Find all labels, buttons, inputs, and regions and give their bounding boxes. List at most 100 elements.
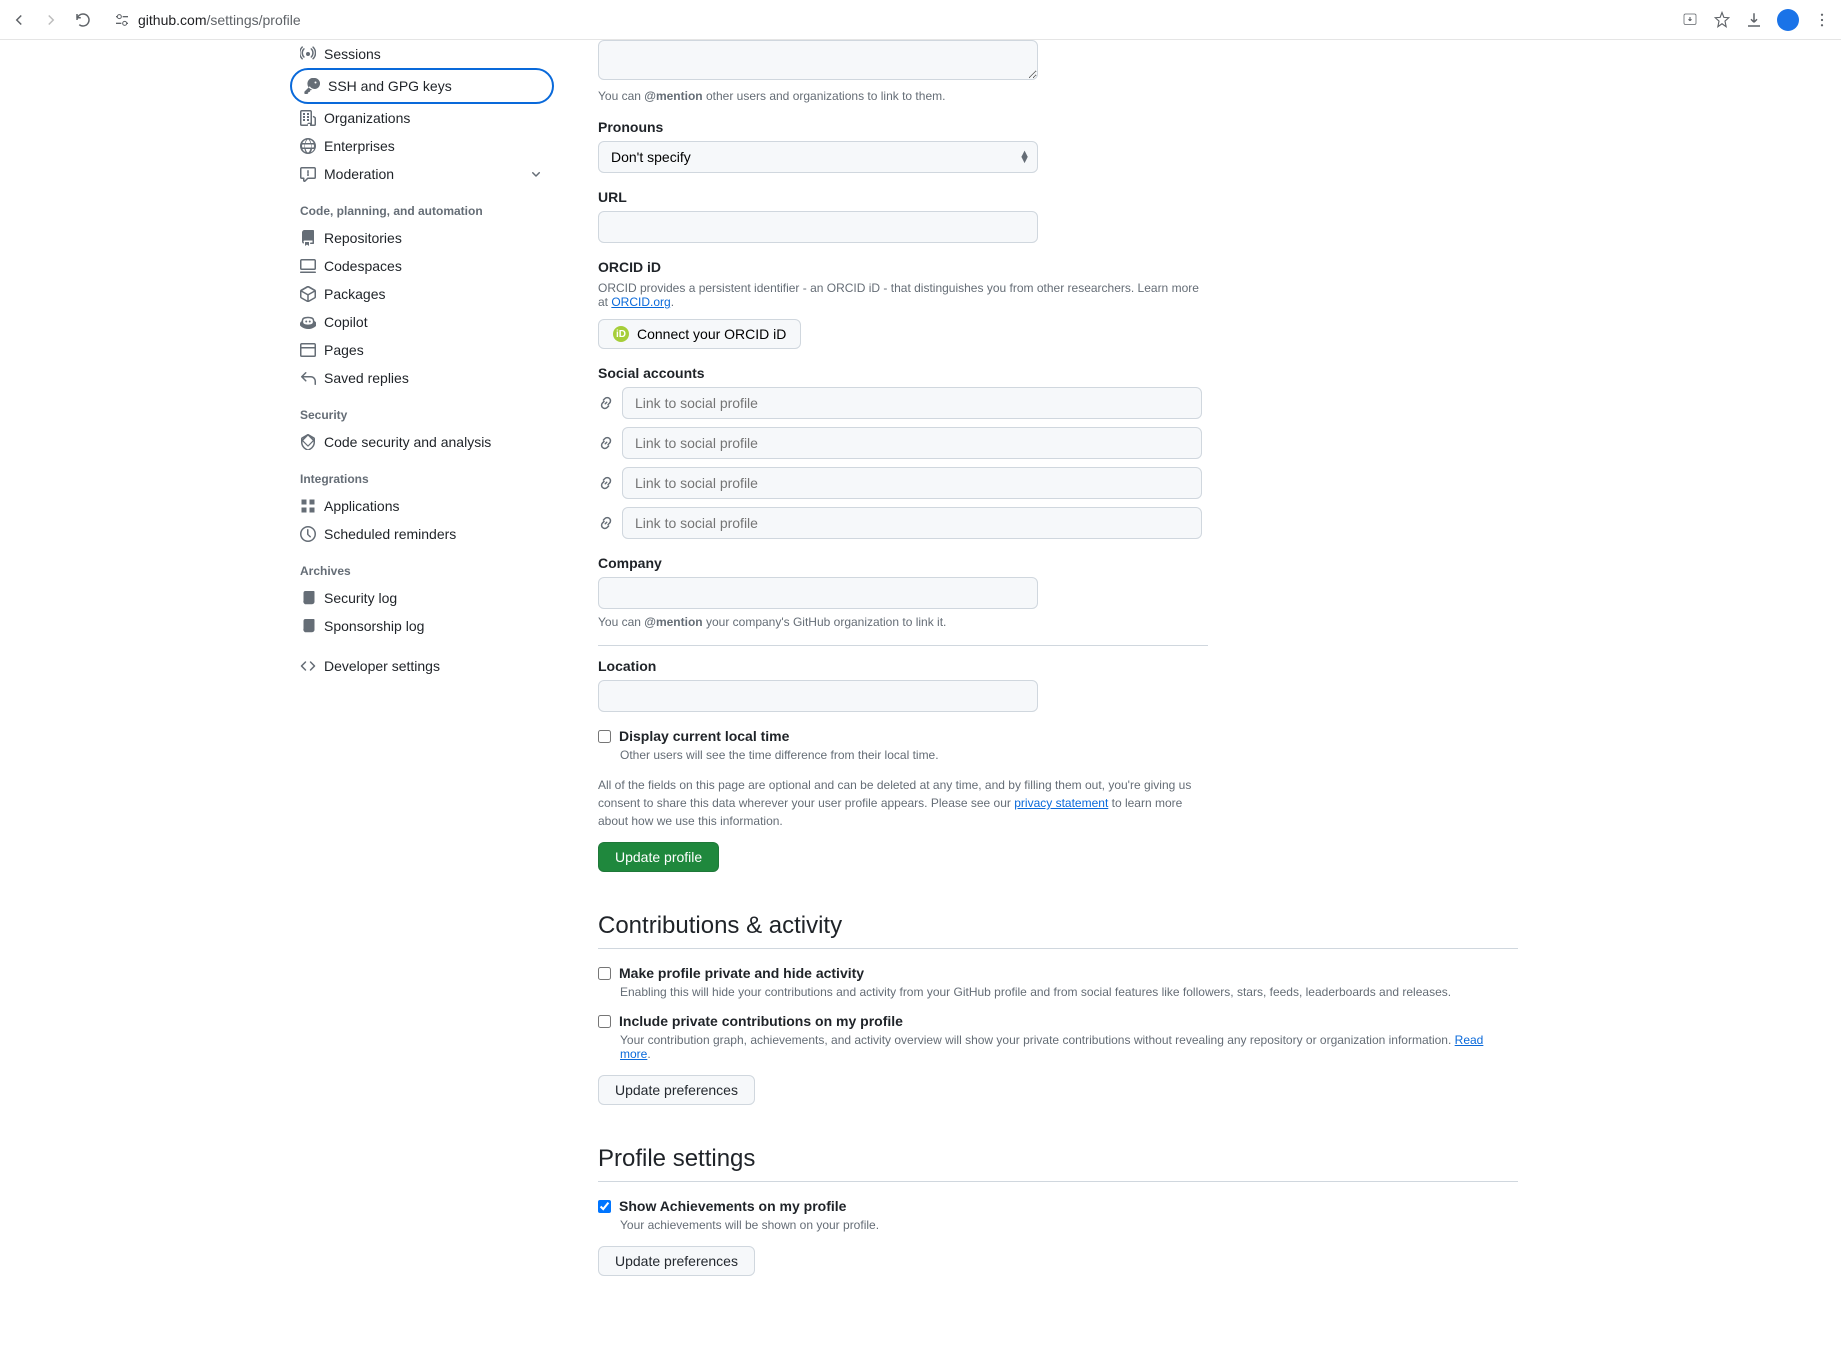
- sidebar-item-ssh-and-gpg-keys[interactable]: SSH and GPG keys: [290, 68, 554, 104]
- repo-icon: [300, 230, 316, 246]
- link-icon: [598, 395, 614, 411]
- settings-sidebar: Sessions SSH and GPG keysOrganizations Ent…: [290, 40, 570, 1276]
- pronouns-select[interactable]: Don't specify: [598, 141, 1038, 173]
- social-row-1: [598, 387, 1490, 419]
- apps-icon: [300, 498, 316, 514]
- social-input-2[interactable]: [622, 427, 1202, 459]
- reload-button[interactable]: [74, 11, 92, 29]
- site-settings-icon[interactable]: [114, 12, 130, 28]
- company-label: Company: [598, 555, 1490, 571]
- privacy-statement-link[interactable]: privacy statement: [1014, 796, 1108, 810]
- sidebar-item-label: Developer settings: [324, 658, 440, 674]
- sidebar-item-copilot[interactable]: Copilot: [290, 308, 554, 336]
- sidebar-item-label: Repositories: [324, 230, 402, 246]
- code-icon: [300, 658, 316, 674]
- broadcast-icon: [300, 46, 316, 62]
- link-icon: [598, 435, 614, 451]
- downloads-icon[interactable]: [1745, 11, 1763, 29]
- section-divider: [598, 1181, 1518, 1182]
- orcid-link[interactable]: ORCID.org: [611, 295, 670, 309]
- url-input[interactable]: [598, 211, 1038, 243]
- nav-heading-security: Security: [290, 392, 554, 428]
- sidebar-item-label: Applications: [324, 498, 400, 514]
- sidebar-item-sessions[interactable]: Sessions: [290, 40, 554, 68]
- clock-icon: [300, 526, 316, 542]
- bio-note: You can @mention other users and organiz…: [598, 89, 1490, 103]
- orcid-label: ORCID iD: [598, 259, 1490, 275]
- social-input-1[interactable]: [622, 387, 1202, 419]
- update-preferences-button-1[interactable]: Update preferences: [598, 1075, 755, 1105]
- sidebar-item-applications[interactable]: Applications: [290, 492, 554, 520]
- reply-icon: [300, 370, 316, 386]
- main-content: You can @mention other users and organiz…: [570, 40, 1490, 1276]
- profile-settings-heading: Profile settings: [598, 1145, 1490, 1173]
- sidebar-item-moderation[interactable]: Moderation: [290, 160, 554, 188]
- company-input[interactable]: [598, 577, 1038, 609]
- nav-heading-integrations: Integrations: [290, 456, 554, 492]
- sidebar-item-label: Sponsorship log: [324, 618, 424, 634]
- sidebar-item-repositories[interactable]: Repositories: [290, 224, 554, 252]
- back-button[interactable]: [10, 11, 28, 29]
- include-private-note: Your contribution graph, achievements, a…: [620, 1033, 1490, 1061]
- sidebar-item-developer-settings[interactable]: Developer settings: [290, 652, 554, 680]
- bookmark-icon[interactable]: [1713, 11, 1731, 29]
- local-time-label: Display current local time: [619, 728, 789, 744]
- social-input-3[interactable]: [622, 467, 1202, 499]
- sidebar-item-label: Codespaces: [324, 258, 402, 274]
- browser-icon: [300, 342, 316, 358]
- local-time-checkbox[interactable]: [598, 730, 611, 743]
- orcid-description: ORCID provides a persistent identifier -…: [598, 281, 1208, 309]
- private-profile-checkbox[interactable]: [598, 967, 611, 980]
- log-icon: [300, 590, 316, 606]
- sidebar-item-codespaces[interactable]: Codespaces: [290, 252, 554, 280]
- sidebar-item-code-security-and-analysis[interactable]: Code security and analysis: [290, 428, 554, 456]
- show-achievements-checkbox[interactable]: [598, 1200, 611, 1213]
- sidebar-item-label: Pages: [324, 342, 364, 358]
- sidebar-item-label: Code security and analysis: [324, 434, 491, 450]
- location-input[interactable]: [598, 680, 1038, 712]
- browser-toolbar: github.com/settings/profile: [0, 0, 1841, 40]
- forward-button[interactable]: [42, 11, 60, 29]
- divider: [598, 645, 1208, 646]
- sidebar-item-sponsorship-log[interactable]: Sponsorship log: [290, 612, 554, 640]
- update-profile-button[interactable]: Update profile: [598, 842, 719, 872]
- nav-heading-code: Code, planning, and automation: [290, 188, 554, 224]
- sidebar-item-saved-replies[interactable]: Saved replies: [290, 364, 554, 392]
- link-icon: [598, 515, 614, 531]
- company-note: You can @mention your company's GitHub o…: [598, 615, 1490, 629]
- url-label: URL: [598, 189, 1490, 205]
- sidebar-item-label: Sessions: [324, 46, 381, 62]
- show-achievements-label: Show Achievements on my profile: [619, 1198, 846, 1214]
- sidebar-item-organizations[interactable]: Organizations: [290, 104, 554, 132]
- sidebar-item-enterprises[interactable]: Enterprises: [290, 132, 554, 160]
- url-text: github.com/settings/profile: [138, 12, 301, 28]
- include-private-label: Include private contributions on my prof…: [619, 1013, 903, 1029]
- include-private-checkbox[interactable]: [598, 1015, 611, 1028]
- local-time-note: Other users will see the time difference…: [620, 748, 1490, 762]
- address-bar[interactable]: github.com/settings/profile: [102, 12, 1671, 28]
- menu-icon[interactable]: [1813, 11, 1831, 29]
- orcid-icon: iD: [613, 326, 629, 342]
- social-input-4[interactable]: [622, 507, 1202, 539]
- link-icon: [598, 475, 614, 491]
- location-label: Location: [598, 658, 1490, 674]
- report-icon: [300, 166, 316, 182]
- globe-icon: [300, 138, 316, 154]
- sidebar-item-security-log[interactable]: Security log: [290, 584, 554, 612]
- private-profile-note: Enabling this will hide your contributio…: [620, 985, 1490, 999]
- sidebar-item-scheduled-reminders[interactable]: Scheduled reminders: [290, 520, 554, 548]
- contributions-heading: Contributions & activity: [598, 912, 1490, 940]
- shield-icon: [300, 434, 316, 450]
- install-app-icon[interactable]: [1681, 11, 1699, 29]
- sidebar-item-label: Moderation: [324, 166, 394, 182]
- profile-avatar[interactable]: [1777, 9, 1799, 31]
- social-row-3: [598, 467, 1490, 499]
- chevron-down-icon: [528, 166, 544, 182]
- social-row-2: [598, 427, 1490, 459]
- connect-orcid-button[interactable]: iD Connect your ORCID iD: [598, 319, 801, 349]
- sidebar-item-pages[interactable]: Pages: [290, 336, 554, 364]
- bio-textarea[interactable]: [598, 40, 1038, 80]
- sidebar-item-packages[interactable]: Packages: [290, 280, 554, 308]
- update-preferences-button-2[interactable]: Update preferences: [598, 1246, 755, 1276]
- sidebar-item-label: Enterprises: [324, 138, 395, 154]
